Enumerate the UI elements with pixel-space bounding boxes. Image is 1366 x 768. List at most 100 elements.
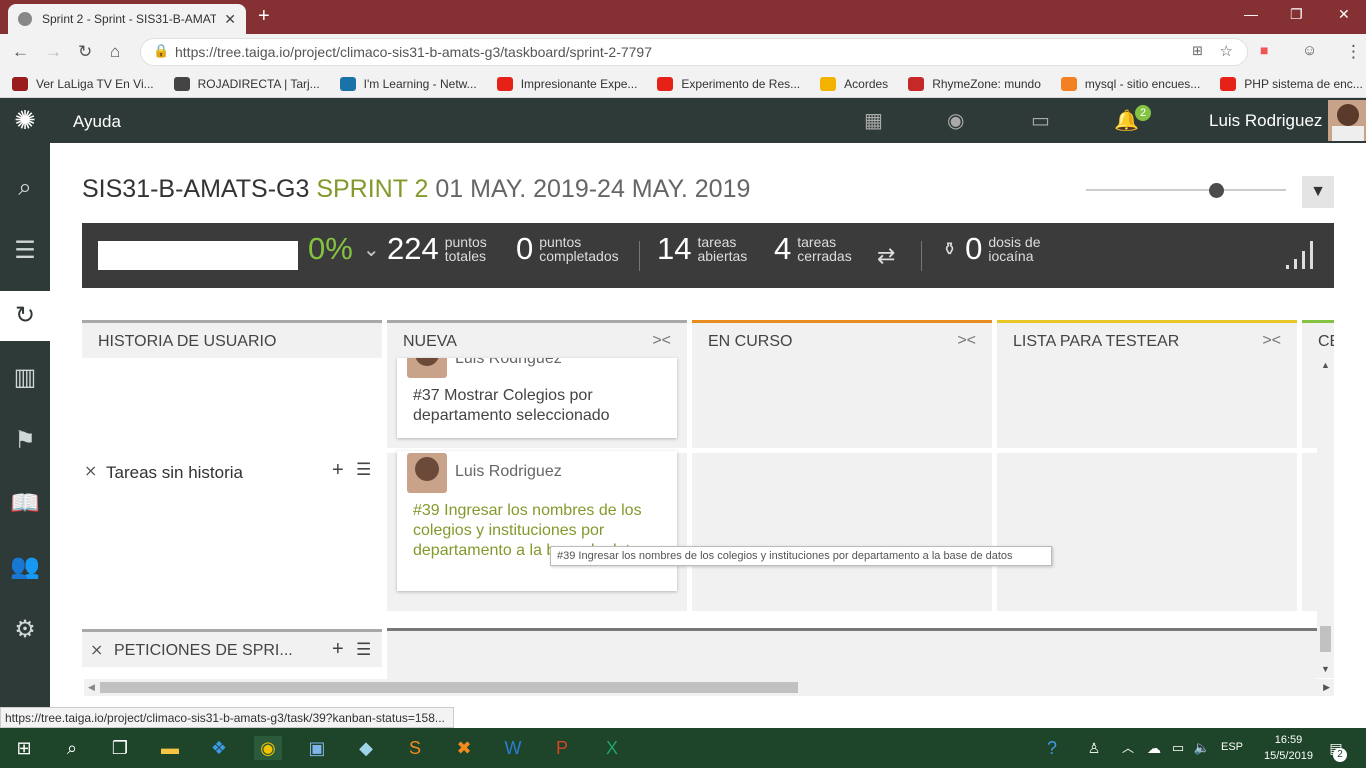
new-tab-button[interactable]: + xyxy=(258,6,270,26)
bookmark-item[interactable]: ROJADIRECTA | Tarj... xyxy=(173,76,320,91)
projects-grid-icon[interactable]: ▦ xyxy=(864,108,883,133)
cell-ready-test-row1 xyxy=(997,358,1297,448)
battery-icon[interactable]: ▭ xyxy=(1166,736,1190,760)
chevron-down-icon[interactable]: ⌄ xyxy=(363,237,380,262)
dropbox-icon[interactable]: ❖ xyxy=(207,736,231,760)
collapse-lane-icon[interactable]: ⨯ xyxy=(84,461,97,481)
fold-column-icon[interactable]: >< xyxy=(1262,332,1281,350)
iocaine-label: dosis de iocaína xyxy=(988,235,1040,263)
bookmark-label: I'm Learning - Netw... xyxy=(363,76,477,91)
back-icon[interactable]: ← xyxy=(12,42,29,62)
scroll-down-icon[interactable]: ▼ xyxy=(1321,664,1330,674)
scroll-up-icon[interactable]: ▲ xyxy=(1321,360,1330,370)
bookmark-item[interactable]: RhymeZone: mundo xyxy=(908,76,1041,91)
zoom-slider-track[interactable] xyxy=(1086,189,1286,191)
project-name[interactable]: SIS31-B-AMATS-G3 xyxy=(82,175,309,203)
messages-icon[interactable]: ▭ xyxy=(1031,108,1050,133)
control-panel-icon[interactable]: ▣ xyxy=(305,736,329,760)
translate-icon[interactable]: ⊞ xyxy=(1192,43,1203,59)
help-link[interactable]: Ayuda xyxy=(73,112,121,132)
forward-icon[interactable]: → xyxy=(45,42,62,62)
close-window-button[interactable]: ✕ xyxy=(1338,6,1350,23)
bookmark-item[interactable]: Acordes xyxy=(820,76,888,91)
bookmark-item[interactable]: I'm Learning - Netw... xyxy=(339,76,477,91)
office-extension-icon[interactable]: ■ xyxy=(1260,42,1268,58)
iocaine-value: 0 xyxy=(965,231,983,266)
task-title[interactable]: #37 Mostrar Colegios por departamento se… xyxy=(413,386,663,426)
browser-tab[interactable]: Sprint 2 - Sprint - SIS31-B-AMATS ✕ xyxy=(8,4,246,34)
add-task-icon[interactable]: + xyxy=(332,459,344,482)
bulk-add-icon[interactable]: ☰ xyxy=(356,460,371,480)
input-language[interactable]: ESP xyxy=(1221,741,1243,753)
team-icon[interactable]: 👥 xyxy=(0,542,50,592)
settings-gear-icon[interactable]: ⚙ xyxy=(0,605,50,655)
user-name[interactable]: Luis Rodriguez xyxy=(1209,111,1322,131)
excel-icon[interactable]: X xyxy=(600,736,624,760)
bookmark-item[interactable]: Impresionante Expe... xyxy=(496,76,637,91)
sublime-text-icon[interactable]: S xyxy=(403,736,427,760)
vertical-scrollbar[interactable]: ▲ ▼ xyxy=(1317,358,1334,678)
task-view-icon[interactable]: ❐ xyxy=(108,736,132,760)
vertical-scrollbar-thumb[interactable] xyxy=(1320,626,1331,652)
burndown-graph-icon[interactable] xyxy=(1284,237,1320,271)
browser-tab-bar: Sprint 2 - Sprint - SIS31-B-AMATS ✕ + — … xyxy=(0,0,1366,34)
sprint-name: SPRINT 2 xyxy=(316,175,429,203)
taiga-logo-icon[interactable]: ✺ xyxy=(0,98,50,143)
home-icon[interactable]: ⌂ xyxy=(110,42,120,62)
task-card[interactable]: Luis Rodriguez #39 Ingresar los nombres … xyxy=(397,451,677,591)
emoji-extension-icon[interactable]: ☺ xyxy=(1302,42,1317,59)
minimize-button[interactable]: — xyxy=(1244,6,1258,22)
restore-button[interactable]: ❐ xyxy=(1290,6,1303,23)
fold-column-icon[interactable]: >< xyxy=(652,332,671,350)
notes-app-icon[interactable]: ◆ xyxy=(354,736,378,760)
scrum-icon[interactable]: ↻ xyxy=(0,291,50,341)
collapse-lane-icon[interactable]: ⨯ xyxy=(90,640,103,660)
bulk-add-icon[interactable]: ☰ xyxy=(356,640,371,660)
horizontal-scrollbar[interactable]: ◀ ▶ xyxy=(84,679,1334,696)
issues-icon[interactable]: ⚑ xyxy=(0,416,50,466)
scroll-right-icon[interactable]: ▶ xyxy=(1323,682,1330,693)
search-icon[interactable]: ⌕ xyxy=(0,163,50,213)
user-avatar[interactable] xyxy=(1328,100,1366,141)
bookmark-star-icon[interactable]: ☆ xyxy=(1220,42,1233,60)
bookmark-item[interactable]: PHP sistema de enc... xyxy=(1220,76,1363,91)
task-assignee-avatar[interactable] xyxy=(407,453,447,493)
column-header-story: HISTORIA DE USUARIO xyxy=(82,320,382,358)
bookmark-item[interactable]: Experimento de Res... xyxy=(657,76,800,91)
total-points-label-2: totales xyxy=(444,248,486,264)
task-assignee-avatar[interactable] xyxy=(407,358,447,378)
chrome-icon[interactable]: ◉ xyxy=(254,736,282,760)
horizontal-scrollbar-thumb[interactable] xyxy=(100,682,798,693)
reload-icon[interactable]: ↻ xyxy=(78,42,92,62)
iocaine-label-2: iocaína xyxy=(988,248,1034,264)
chrome-menu-icon[interactable]: ⋮ xyxy=(1345,42,1362,62)
close-tab-icon[interactable]: ✕ xyxy=(224,11,236,28)
discover-globe-icon[interactable]: ◉ xyxy=(947,108,964,133)
fold-column-icon[interactable]: >< xyxy=(957,332,976,350)
add-task-icon[interactable]: + xyxy=(332,638,344,661)
windows-start-icon[interactable]: ⊞ xyxy=(12,736,36,760)
filter-button[interactable]: ▼ xyxy=(1302,176,1334,208)
file-explorer-icon[interactable]: ▬ xyxy=(158,736,182,760)
swap-arrows-icon[interactable]: ⇄ xyxy=(877,243,895,269)
xampp-icon[interactable]: ✖ xyxy=(452,736,476,760)
task-card[interactable]: Luis Rodriguez #37 Mostrar Colegios por … xyxy=(397,358,677,438)
powerpoint-icon[interactable]: P xyxy=(550,736,574,760)
onedrive-cloud-icon[interactable]: ☁ xyxy=(1142,736,1166,760)
bookmark-item[interactable]: mysql - sitio encues... xyxy=(1060,76,1200,91)
people-icon[interactable]: ♙ xyxy=(1082,736,1106,760)
wiki-icon[interactable]: 📖 xyxy=(0,479,50,529)
search-icon[interactable]: ⌕ xyxy=(60,736,84,760)
progress-percent-stat: 0% ⌄ xyxy=(308,231,380,267)
scroll-left-icon[interactable]: ◀ xyxy=(88,682,95,693)
url-input[interactable]: 🔒 https://tree.taiga.io/project/climaco-… xyxy=(140,38,1248,66)
menu-icon[interactable]: ☰ xyxy=(0,226,50,276)
help-question-icon[interactable]: ? xyxy=(1040,736,1064,760)
system-clock[interactable]: 16:59 15/5/2019 xyxy=(1264,732,1313,764)
show-hidden-icons-chevron-icon[interactable]: ︿ xyxy=(1116,736,1140,760)
volume-icon[interactable]: 🔈 xyxy=(1190,736,1214,760)
word-icon[interactable]: W xyxy=(501,736,525,760)
kanban-icon[interactable]: ▥ xyxy=(0,353,50,403)
bookmark-item[interactable]: Ver LaLiga TV En Vi... xyxy=(12,76,154,91)
zoom-slider-handle[interactable] xyxy=(1209,183,1224,198)
